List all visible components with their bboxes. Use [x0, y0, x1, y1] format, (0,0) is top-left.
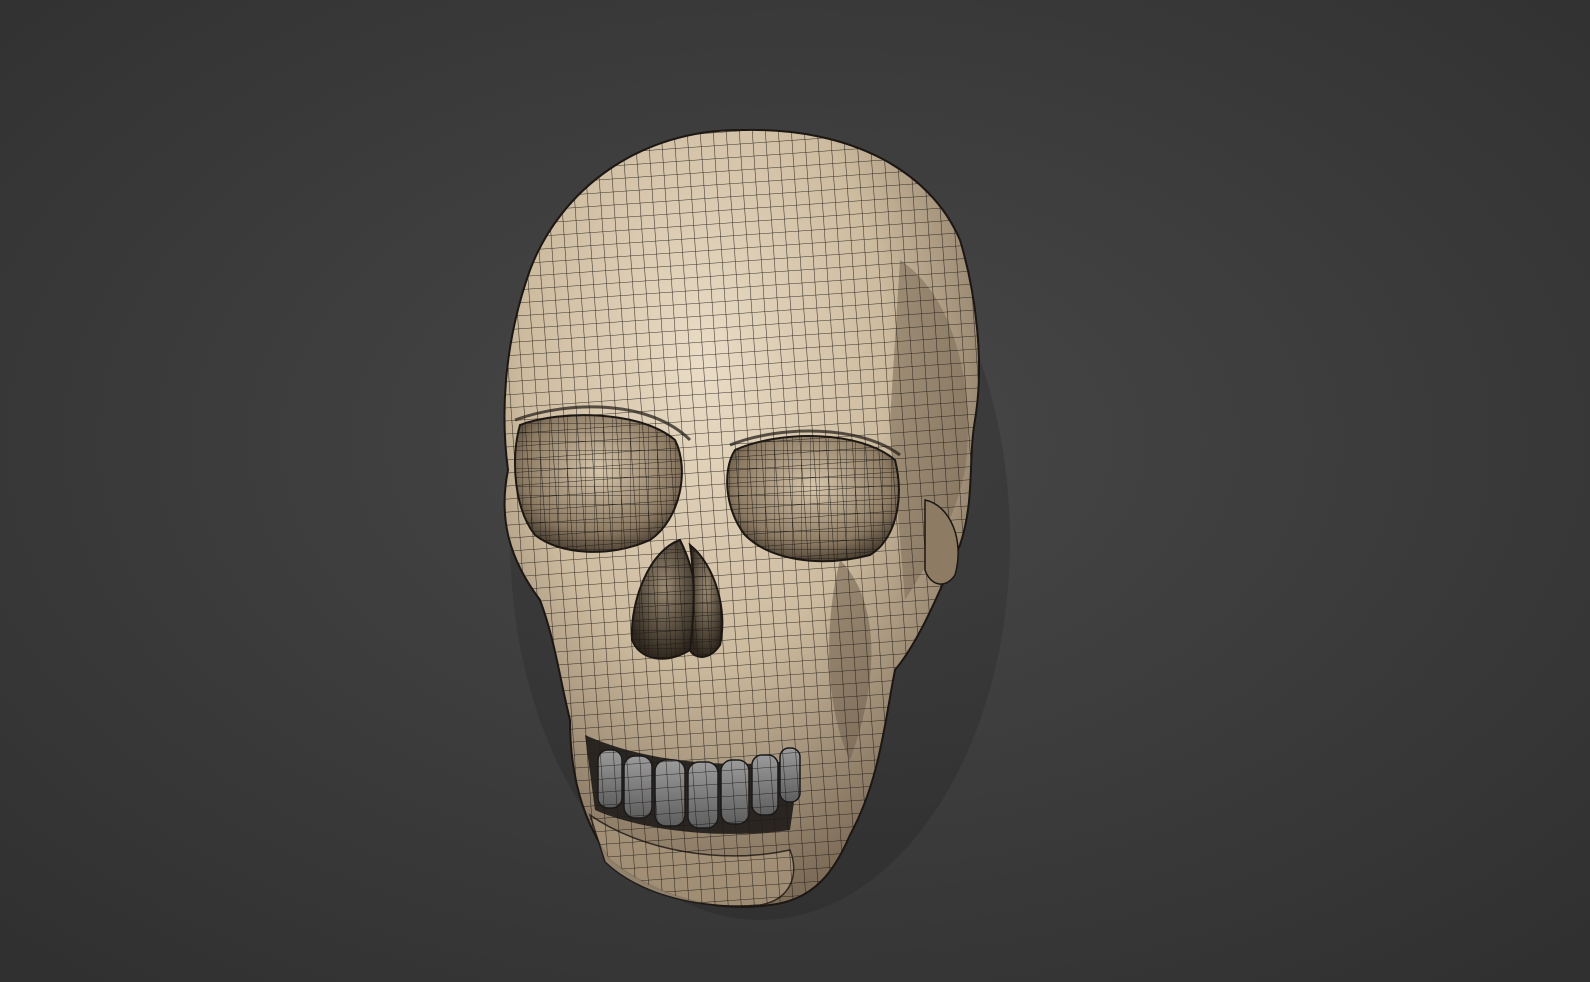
3d-viewport[interactable]: [0, 0, 1590, 982]
skull-model: [0, 0, 1590, 982]
